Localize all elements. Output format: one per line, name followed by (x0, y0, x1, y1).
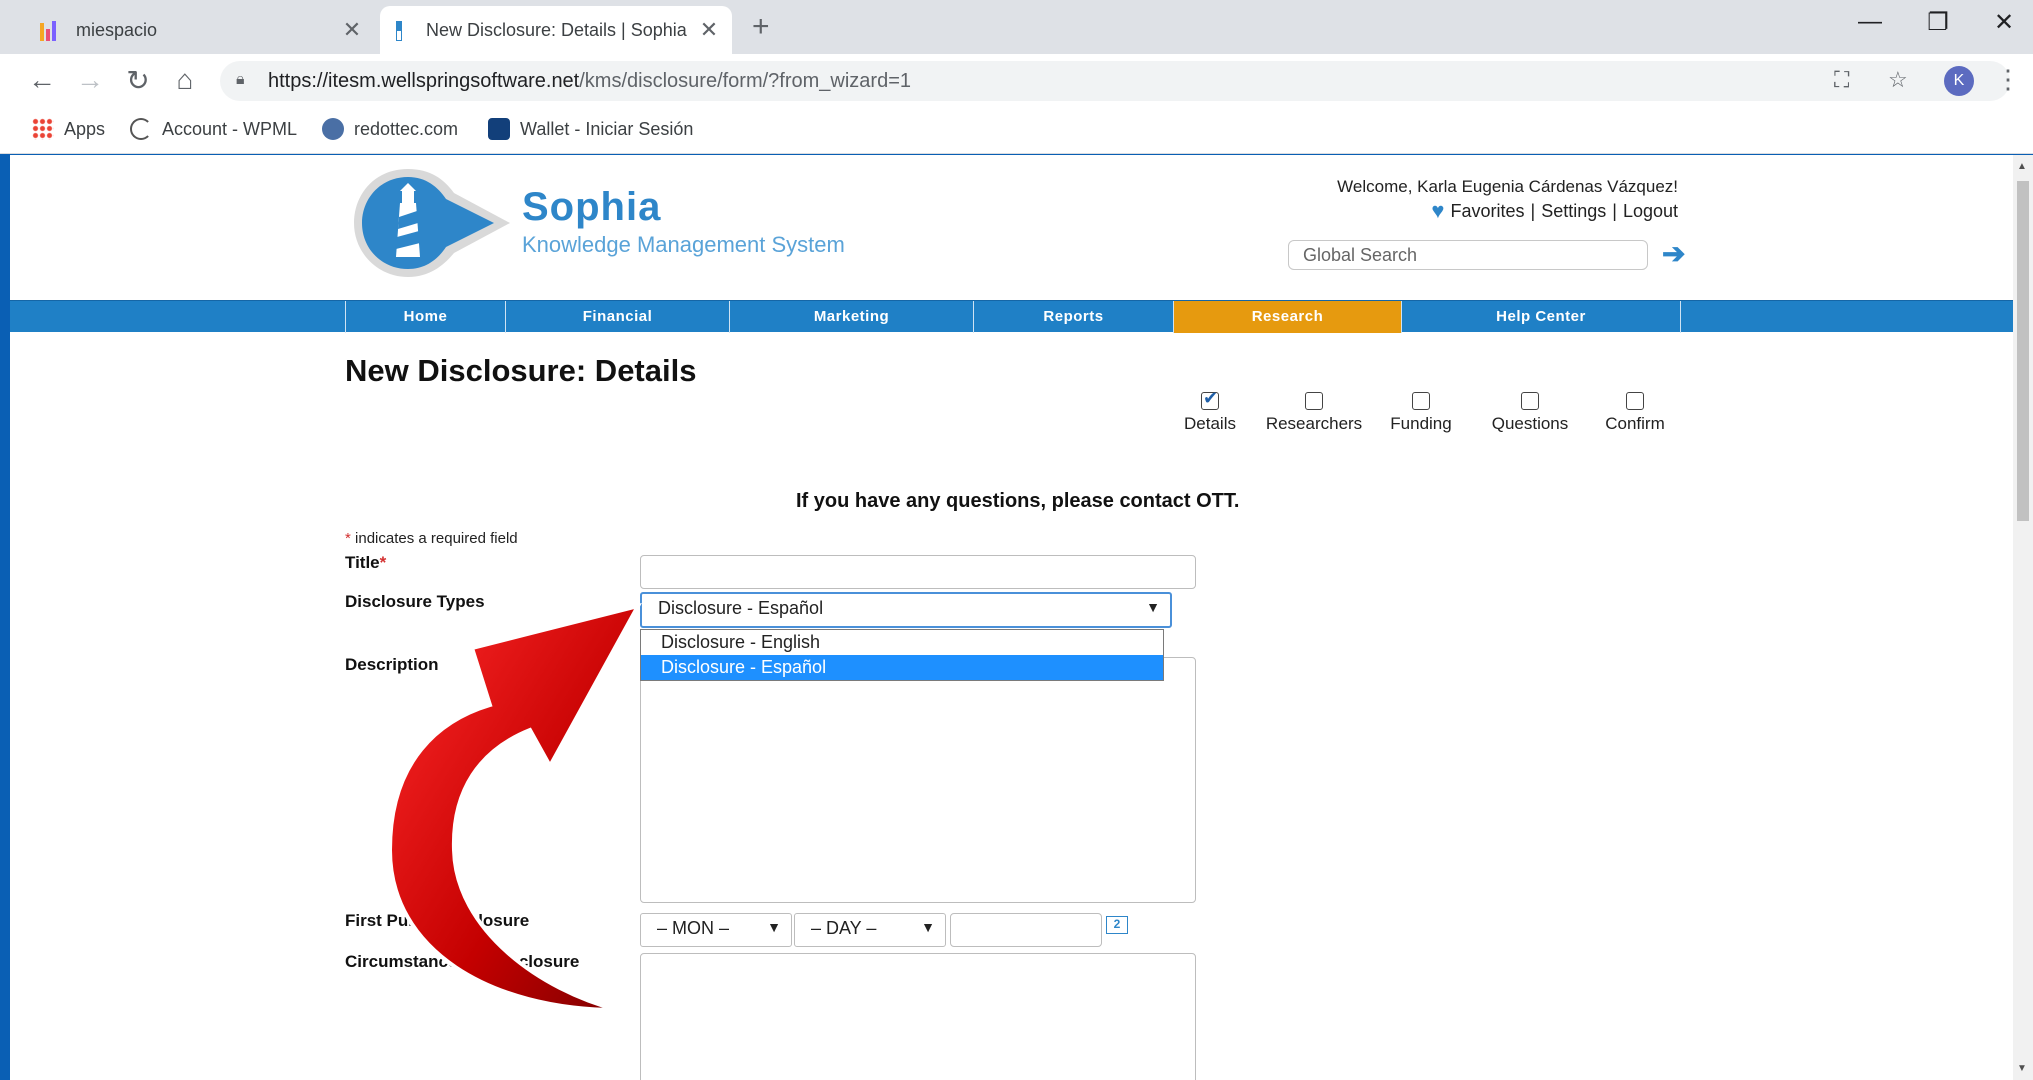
contact-notice: If you have any questions, please contac… (796, 490, 1240, 512)
bookmark-star-icon[interactable]: ☆ (1888, 67, 1908, 93)
checkbox-icon (1521, 392, 1539, 410)
description-textarea[interactable] (640, 657, 1196, 903)
disclosure-types-options: Disclosure - English Disclosure - Españo… (640, 629, 1164, 681)
minimize-icon[interactable]: — (1850, 8, 1890, 36)
logout-link[interactable]: Logout (1623, 201, 1678, 222)
settings-link[interactable]: Settings (1541, 201, 1606, 222)
disclosure-types-select[interactable]: Disclosure - Español ▼ (640, 592, 1172, 628)
dropdown-caret-icon: ▼ (1146, 599, 1160, 615)
new-tab-icon[interactable]: + (752, 10, 770, 44)
month-select[interactable]: – MON – ▼ (640, 913, 792, 947)
tab-title: miespacio (76, 19, 158, 40)
title-input[interactable] (640, 555, 1196, 589)
bookmark-wallet[interactable]: Wallet - Iniciar Sesión (488, 118, 693, 140)
day-select[interactable]: – DAY – ▼ (794, 913, 946, 947)
step-researchers[interactable]: Researchers (1254, 392, 1374, 434)
menu-kebab-icon[interactable]: ⋮ (1995, 64, 2021, 95)
page-title: New Disclosure: Details (345, 353, 697, 388)
lighthouse-logo-icon (354, 169, 510, 277)
close-tab-icon[interactable]: ✕ (694, 17, 724, 43)
option-espanol[interactable]: Disclosure - Español (641, 655, 1163, 680)
scroll-up-icon[interactable]: ▲ (2017, 161, 2027, 172)
lighthouse-favicon-icon (390, 19, 412, 41)
dropdown-caret-icon: ▼ (767, 919, 781, 935)
menu-help-center[interactable]: Help Center (1401, 301, 1681, 333)
brand-name: Sophia (522, 185, 662, 229)
global-search-input[interactable]: Global Search (1288, 240, 1648, 270)
scrollbar-thumb[interactable] (2017, 181, 2029, 521)
translate-icon[interactable]: ⛶ (1834, 67, 1849, 93)
bookmarks-bar: Apps Account - WPML redottec.com Wallet … (0, 108, 2033, 154)
restore-icon[interactable]: ❐ (1918, 8, 1958, 37)
wpml-icon (130, 118, 152, 140)
tab-new-disclosure[interactable]: New Disclosure: Details | Sophia ✕ (380, 6, 732, 54)
tab-title: New Disclosure: Details | Sophia (426, 19, 687, 40)
main-menu: Home Financial Marketing Reports Researc… (10, 300, 2013, 333)
lock-icon: 🔒︎ (236, 71, 245, 88)
step-funding[interactable]: Funding (1376, 392, 1466, 434)
menu-research[interactable]: Research (1173, 301, 1401, 333)
home-icon[interactable]: ⌂ (167, 64, 203, 96)
checkbox-icon (1305, 392, 1323, 410)
browser-tab-strip: miespacio ✕ New Disclosure: Details | So… (0, 0, 2033, 54)
menu-reports[interactable]: Reports (973, 301, 1173, 333)
required-note: * indicates a required field (345, 530, 518, 547)
step-details[interactable]: Details (1170, 388, 1250, 434)
brand: Sophia Knowledge Management System (522, 185, 845, 258)
menu-marketing[interactable]: Marketing (729, 301, 973, 333)
heart-icon: ♥ (1431, 198, 1445, 223)
annotation-arrow-icon (387, 602, 642, 1012)
back-icon[interactable]: ← (24, 64, 60, 96)
link-separator: | (1530, 200, 1536, 221)
apps-grid-icon (32, 118, 54, 140)
address-bar[interactable]: 🔒︎ https://itesm.wellspringsoftware.net/… (220, 61, 2010, 101)
search-arrow-icon[interactable]: ➔ (1662, 237, 1685, 270)
brand-subtitle: Knowledge Management System (522, 232, 845, 257)
url-text: https://itesm.wellspringsoftware.net/kms… (268, 70, 912, 92)
step-confirm[interactable]: Confirm (1590, 392, 1680, 434)
checkbox-icon (1412, 392, 1430, 410)
reload-icon[interactable]: ↻ (120, 64, 156, 97)
browser-toolbar: ← → ↻ ⌂ 🔒︎ https://itesm.wellspringsoftw… (0, 54, 2033, 108)
close-tab-icon[interactable]: ✕ (337, 17, 367, 43)
page-viewport: Sophia Knowledge Management System Welco… (10, 155, 2013, 1080)
user-links: ♥ Favorites | Settings | Logout (1431, 198, 1678, 224)
menu-financial[interactable]: Financial (505, 301, 729, 333)
dropdown-caret-icon: ▼ (921, 919, 935, 935)
checked-box-icon (1201, 388, 1219, 410)
page-scrollbar[interactable]: ▲ ▼ (2013, 155, 2033, 1080)
profile-avatar[interactable]: K (1944, 66, 1974, 96)
option-english[interactable]: Disclosure - English (641, 630, 1163, 655)
menu-home[interactable]: Home (345, 301, 505, 333)
circumstances-textarea[interactable] (640, 953, 1196, 1080)
step-questions[interactable]: Questions (1475, 392, 1585, 434)
link-separator: | (1612, 200, 1617, 221)
bookmark-apps[interactable]: Apps (32, 118, 105, 140)
bookmark-redottec[interactable]: redottec.com (322, 118, 458, 140)
bar-chart-favicon-icon (40, 19, 62, 41)
year-input[interactable] (950, 913, 1102, 947)
close-window-icon[interactable]: ✕ (1984, 8, 2024, 37)
wallet-icon (488, 118, 510, 140)
bookmark-wpml[interactable]: Account - WPML (130, 118, 297, 140)
scroll-down-icon[interactable]: ▼ (2017, 1063, 2027, 1074)
favorites-link[interactable]: Favorites (1450, 201, 1524, 222)
checkbox-icon (1626, 392, 1644, 410)
globe-icon (322, 118, 344, 140)
forward-icon[interactable]: → (72, 64, 108, 96)
calendar-icon[interactable]: 2 (1106, 916, 1128, 934)
tab-miespacio[interactable]: miespacio ✕ (30, 6, 375, 54)
welcome-message: Welcome, Karla Eugenia Cárdenas Vázquez! (1337, 177, 1678, 196)
